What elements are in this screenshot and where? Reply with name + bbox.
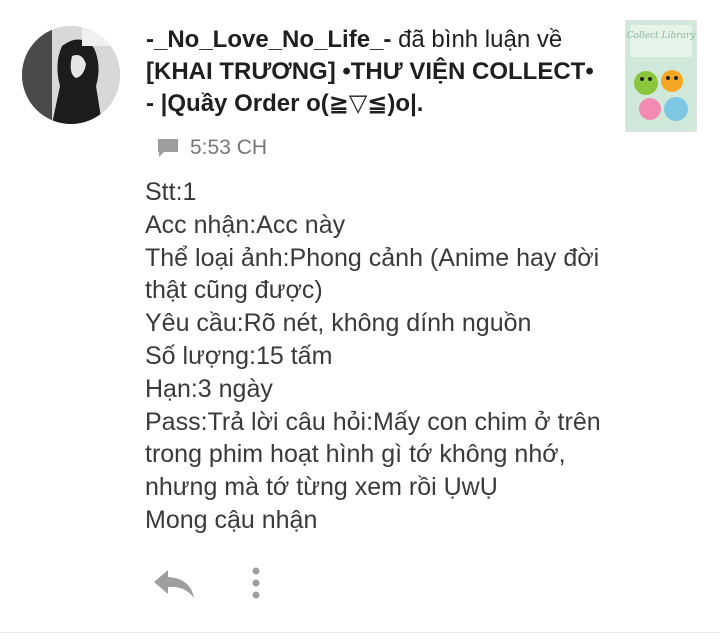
comment-line: Pass:Trả lời câu hỏi:Mấy con chim ở trên… [145, 407, 608, 502]
thumbnail-title: Collect Library [627, 31, 696, 41]
post-thumbnail[interactable]: Collect Library [625, 20, 697, 132]
timestamp-row: 5:53 CH [156, 136, 267, 160]
action-text: đã bình luận về [398, 26, 563, 53]
action-bar [150, 566, 262, 600]
more-vertical-icon[interactable] [250, 566, 262, 600]
comment-line: Yêu cầu:Rõ nét, không dính nguồn [145, 309, 532, 338]
comment-line: Thể loại ảnh:Phong cảnh (Anime hay đời t… [145, 243, 607, 305]
reply-icon[interactable] [150, 566, 198, 600]
comment-line: Hạn:3 ngày [145, 374, 273, 403]
comment-line: Số lượng:15 tấm [145, 341, 333, 370]
comment-body: Stt:1 Acc nhận:Acc này Thể loại ảnh:Phon… [145, 176, 615, 537]
comment-line: Mong cậu nhận [145, 505, 318, 534]
post-title[interactable]: [KHAI TRƯƠNG] •THƯ VIỆN COLLECT• - |Quầy… [146, 58, 594, 117]
comment-line: Acc nhận:Acc này [145, 210, 346, 239]
notification-header[interactable]: -_No_Love_No_Life_- đã bình luận về [KHA… [146, 24, 606, 120]
comment-line: Stt:1 [145, 178, 197, 206]
username[interactable]: -_No_Love_No_Life_- [146, 26, 391, 53]
avatar-image [22, 26, 120, 124]
thumbnail-image: Collect Library [626, 21, 696, 131]
user-avatar[interactable] [22, 26, 120, 124]
bottom-divider [0, 632, 720, 633]
timestamp: 5:53 CH [190, 136, 268, 159]
comment-icon [158, 139, 178, 157]
